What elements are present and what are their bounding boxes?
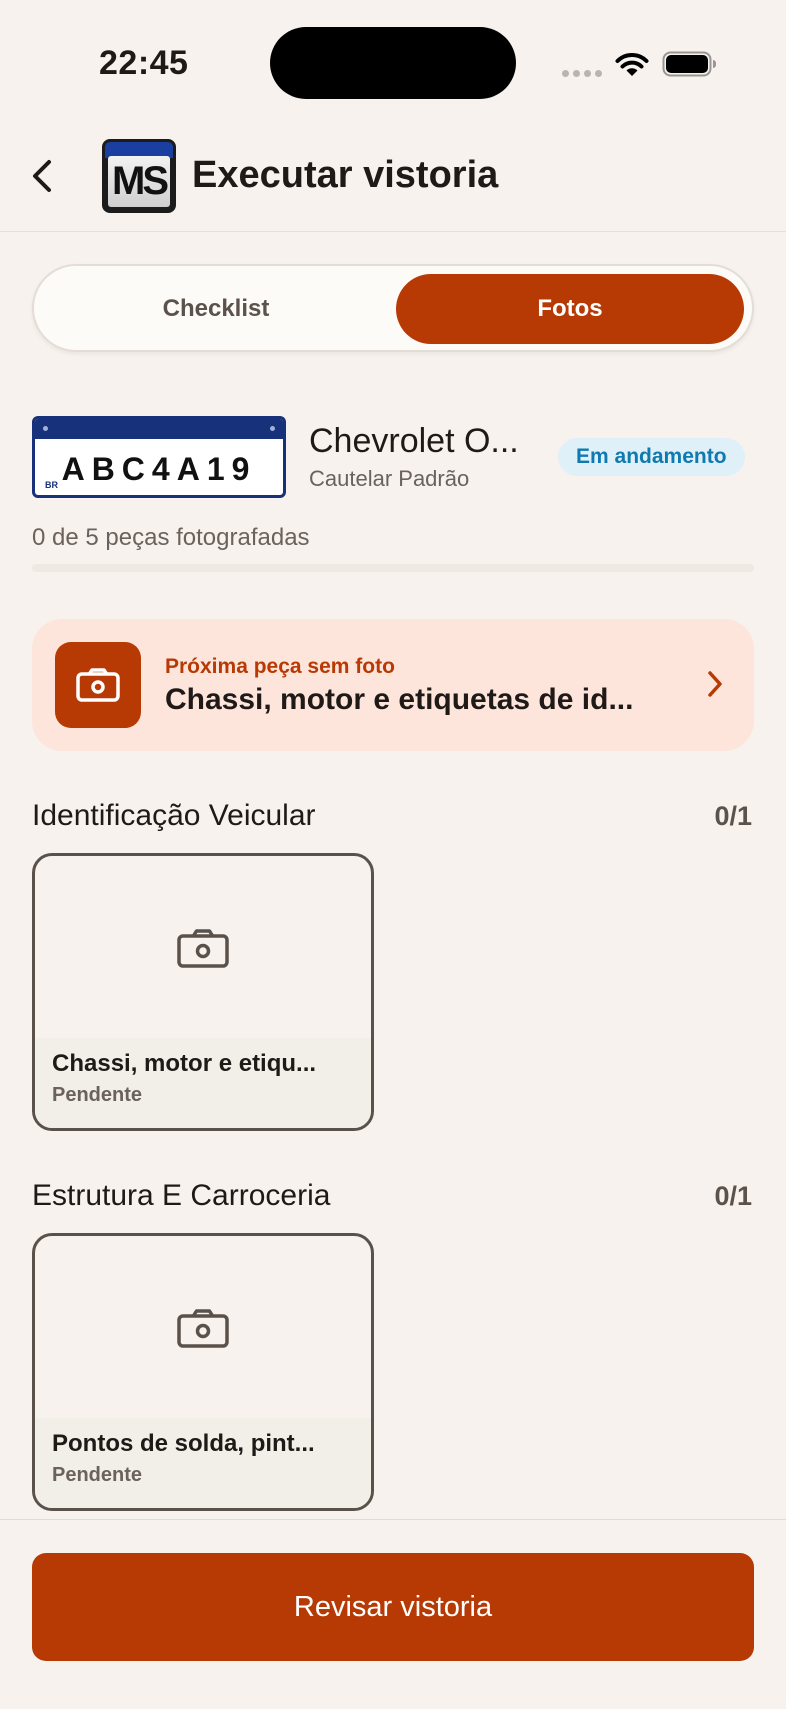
section-count: 0/1 <box>714 801 752 831</box>
photo-card[interactable]: Chassi, motor e etiqu... Pendente <box>32 853 374 1131</box>
tab-fotos[interactable]: Fotos <box>396 274 744 344</box>
bottom-bar: Revisar vistoria <box>0 1519 786 1709</box>
battery-icon <box>662 51 716 77</box>
review-inspection-button[interactable]: Revisar vistoria <box>32 1553 754 1661</box>
next-photo-card[interactable]: Próxima peça sem foto Chassi, motor e et… <box>32 619 754 751</box>
camera-icon <box>177 1309 229 1348</box>
tab-checklist[interactable]: Checklist <box>42 274 390 344</box>
next-photo-icon-box <box>55 642 141 728</box>
status-badge: Em andamento <box>558 438 745 476</box>
section-count: 0/1 <box>714 1181 752 1211</box>
camera-icon <box>177 929 229 968</box>
section-title: Estrutura E Carroceria <box>32 1179 331 1212</box>
vehicle-type: Cautelar Padrão <box>309 466 470 491</box>
vehicle-name: Chevrolet O... <box>309 422 519 460</box>
license-plate: ABC4A19 BR <box>32 416 286 498</box>
progress-text: 0 de 5 peças fotografadas <box>32 524 310 551</box>
section-title: Identificação Veicular <box>32 799 316 832</box>
cellular-signal-icon <box>562 70 602 77</box>
back-button[interactable] <box>22 154 62 198</box>
photo-item-state: Pendente <box>52 1084 143 1106</box>
plate-number: ABC4A19 <box>61 451 257 487</box>
wifi-icon <box>615 53 649 76</box>
dynamic-island <box>270 27 516 99</box>
tab-switcher: Checklist Fotos <box>32 264 754 352</box>
next-photo-title: Chassi, motor e etiquetas de id... <box>165 683 634 716</box>
chevron-right-icon <box>708 671 722 697</box>
page-title: Executar vistoria <box>192 154 499 196</box>
progress-bar <box>32 564 754 572</box>
photo-item-name: Pontos de solda, pint... <box>52 1430 315 1457</box>
app-logo: MS <box>102 139 176 213</box>
status-bar: 22:45 <box>0 0 786 120</box>
camera-icon <box>76 668 120 702</box>
plate-country: BR <box>45 480 58 490</box>
photo-card[interactable]: Pontos de solda, pint... Pendente <box>32 1233 374 1511</box>
app-header: MS Executar vistoria <box>0 120 786 232</box>
logo-text: MS <box>112 159 169 203</box>
photo-item-state: Pendente <box>52 1464 143 1486</box>
photo-item-name: Chassi, motor e etiqu... <box>52 1050 317 1077</box>
next-photo-label: Próxima peça sem foto <box>165 655 395 678</box>
chevron-left-icon <box>33 160 51 192</box>
status-time: 22:45 <box>99 44 189 82</box>
